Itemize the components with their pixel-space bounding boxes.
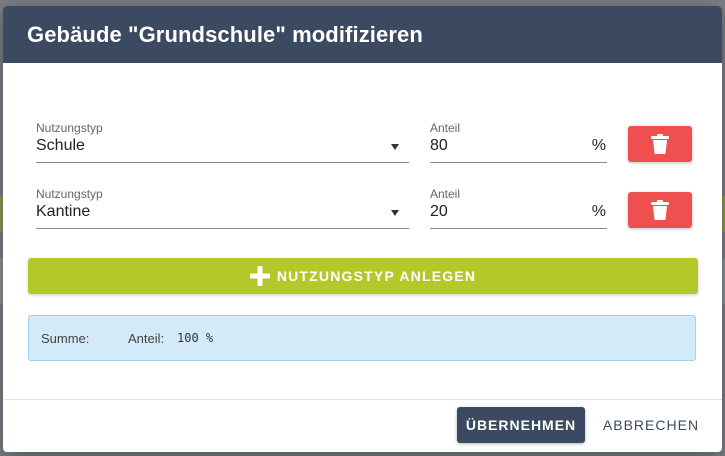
share-input[interactable]: Anteil 20 % <box>430 186 607 229</box>
plus-icon <box>249 266 270 286</box>
summary-share-key: Anteil: <box>128 331 165 346</box>
add-usage-type-label: NUTZUNGSTYP ANLEGEN <box>276 268 477 284</box>
apply-button[interactable]: ÜBERNEHMEN <box>457 407 585 443</box>
percent-unit: % <box>591 203 606 220</box>
share-value: 80 <box>430 137 448 154</box>
percent-unit: % <box>591 137 606 154</box>
delete-usage-button[interactable] <box>628 192 692 228</box>
summary-share-value: 100 % <box>177 331 214 345</box>
delete-usage-button[interactable] <box>628 126 692 162</box>
usage-type-select[interactable]: Nutzungstyp Schule <box>36 120 409 163</box>
usage-type-value: Kantine <box>36 203 91 220</box>
share-label: Anteil <box>430 121 461 135</box>
cancel-button[interactable]: ABBRECHEN <box>595 407 707 443</box>
caret-down-icon <box>391 144 399 150</box>
modify-building-dialog: Gebäude "Grundschule" modifizieren Nutzu… <box>3 6 722 452</box>
usage-type-label: Nutzungstyp <box>36 121 103 135</box>
usage-type-value: Schule <box>36 137 85 154</box>
share-input[interactable]: Anteil 80 % <box>430 120 607 163</box>
dialog-header: Gebäude "Grundschule" modifizieren <box>3 6 722 63</box>
trash-icon <box>651 134 669 154</box>
usage-type-select[interactable]: Nutzungstyp Kantine <box>36 186 409 229</box>
caret-down-icon <box>391 210 399 216</box>
share-value: 20 <box>430 203 448 220</box>
add-usage-type-button[interactable]: NUTZUNGSTYP ANLEGEN <box>28 258 698 294</box>
dialog-body: Nutzungstyp Schule Anteil 80 % Nutzungst… <box>3 63 722 399</box>
usage-row: Nutzungstyp Kantine Anteil 20 % <box>36 186 696 234</box>
summary-label: Summe: <box>41 331 90 346</box>
trash-icon <box>651 200 669 220</box>
usage-row: Nutzungstyp Schule Anteil 80 % <box>36 120 696 168</box>
summary-box: Summe: Anteil: 100 % <box>28 315 696 361</box>
share-label: Anteil <box>430 187 461 201</box>
usage-type-label: Nutzungstyp <box>36 187 103 201</box>
dialog-title: Gebäude "Grundschule" modifizieren <box>27 21 423 47</box>
dialog-footer: ÜBERNEHMEN ABBRECHEN <box>3 399 722 452</box>
